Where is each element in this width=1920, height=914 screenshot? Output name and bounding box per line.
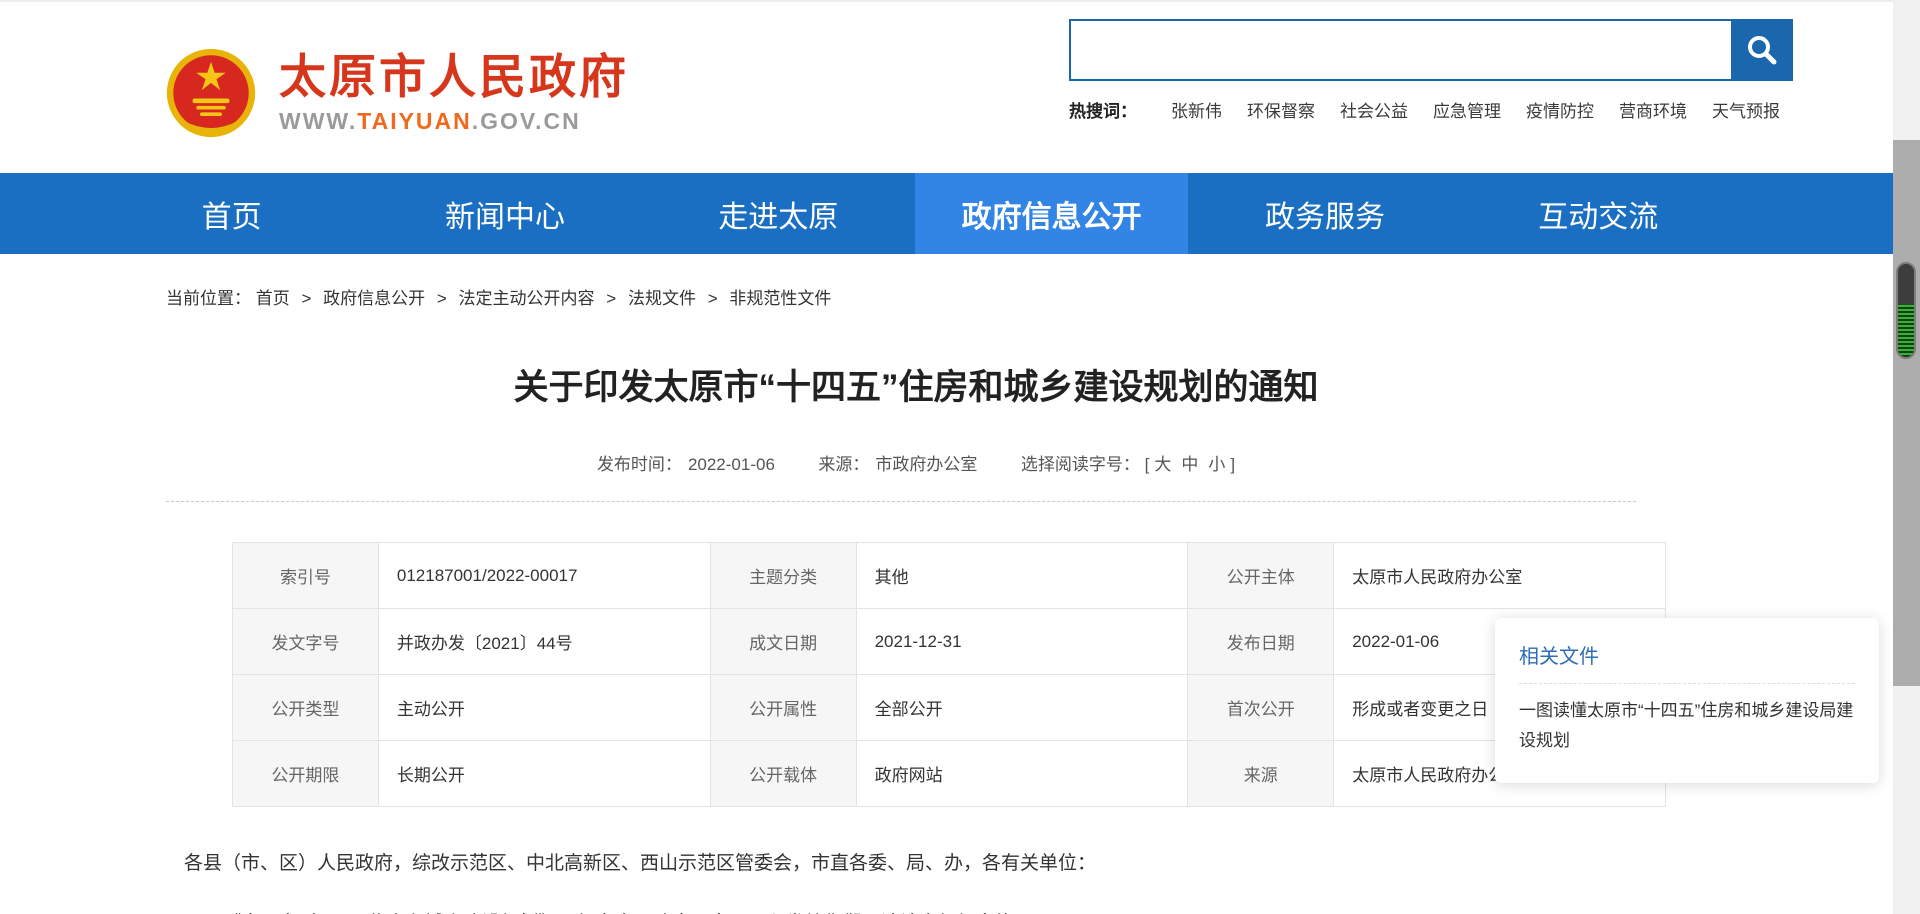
document-meta-table: 索引号 012187001/2022-00017 主题分类 其他 公开主体 太原… bbox=[232, 542, 1666, 807]
publish-date-label: 发布时间： bbox=[597, 455, 682, 474]
meta-value: 政府网站 bbox=[856, 741, 1188, 807]
header-right: 热搜词： 张新伟 环保督察 社会公益 应急管理 疫情防控 营商环境 天气预报 bbox=[1069, 12, 1793, 173]
breadcrumb-label: 当前位置： bbox=[166, 289, 251, 308]
breadcrumb-separator: > bbox=[606, 289, 616, 308]
related-files-divider bbox=[1519, 683, 1855, 684]
search-input[interactable] bbox=[1069, 19, 1731, 81]
table-row: 公开类型 主动公开 公开属性 全部公开 首次公开 形成或者变更之日 bbox=[233, 675, 1666, 741]
meta-value: 全部公开 bbox=[856, 675, 1188, 741]
site-header: 太原市人民政府 WWW.TAIYUAN.GOV.CN 热搜词： 张新伟 环保督察… bbox=[0, 2, 1893, 173]
meta-value: 太原市人民政府办公室 bbox=[1334, 543, 1666, 609]
meta-value: 长期公开 bbox=[378, 741, 710, 807]
font-size-small[interactable]: 小 bbox=[1208, 455, 1225, 474]
meta-label: 发文字号 bbox=[233, 609, 379, 675]
meta-value: 并政办发〔2021〕44号 bbox=[378, 609, 710, 675]
meta-label: 公开主体 bbox=[1188, 543, 1334, 609]
breadcrumb-item-1[interactable]: 政府信息公开 bbox=[323, 289, 425, 308]
breadcrumb-separator: > bbox=[708, 289, 718, 308]
article-meta: 发布时间： 2022-01-06 来源： 市政府办公室 选择阅读字号： [大中小] bbox=[166, 450, 1666, 475]
breadcrumb-separator: > bbox=[301, 289, 311, 308]
body-paragraph-intro: 《太原市“十四五”住房和城乡建设规划》已经市人民政府同意，现印发给你们，请认真组… bbox=[184, 909, 1664, 914]
nav-item-gov-info-active[interactable]: 政府信息公开 bbox=[915, 173, 1188, 254]
related-files-title: 相关文件 bbox=[1519, 640, 1855, 669]
site-url-prefix: WWW. bbox=[279, 108, 357, 134]
nav-item-about-taiyuan[interactable]: 走进太原 bbox=[642, 173, 915, 254]
hot-search-row: 热搜词： 张新伟 环保督察 社会公益 应急管理 疫情防控 营商环境 天气预报 bbox=[1069, 97, 1793, 122]
nav-item-news[interactable]: 新闻中心 bbox=[368, 173, 641, 254]
national-emblem-icon bbox=[165, 47, 257, 139]
hot-word-2[interactable]: 社会公益 bbox=[1340, 97, 1408, 122]
hot-word-5[interactable]: 营商环境 bbox=[1619, 97, 1687, 122]
nav-item-home[interactable]: 首页 bbox=[95, 173, 368, 254]
breadcrumb-item-0[interactable]: 首页 bbox=[256, 289, 290, 308]
hot-word-0[interactable]: 张新伟 bbox=[1171, 97, 1222, 122]
meta-label: 主题分类 bbox=[710, 543, 856, 609]
dashed-separator bbox=[166, 501, 1636, 502]
meta-label: 首次公开 bbox=[1188, 675, 1334, 741]
breadcrumb: 当前位置： 首页 > 政府信息公开 > 法定主动公开内容 > 法规文件 > 非规… bbox=[166, 284, 1727, 309]
site-url: WWW.TAIYUAN.GOV.CN bbox=[279, 108, 629, 135]
meta-label: 公开类型 bbox=[233, 675, 379, 741]
scrollbar-thumb[interactable] bbox=[1896, 262, 1916, 359]
article-title: 关于印发太原市“十四五”住房和城乡建设规划的通知 bbox=[166, 359, 1666, 410]
scrollbar bbox=[1893, 0, 1920, 914]
meta-value: 2021-12-31 bbox=[856, 609, 1188, 675]
meta-value: 012187001/2022-00017 bbox=[378, 543, 710, 609]
meta-label: 公开属性 bbox=[710, 675, 856, 741]
nav-item-services[interactable]: 政务服务 bbox=[1188, 173, 1461, 254]
site-url-suffix: .GOV.CN bbox=[472, 108, 581, 134]
search-bar bbox=[1069, 19, 1793, 81]
hot-word-3[interactable]: 应急管理 bbox=[1433, 97, 1501, 122]
main-nav: 首页 新闻中心 走进太原 政府信息公开 政务服务 互动交流 bbox=[0, 173, 1893, 254]
font-size-label: 选择阅读字号： bbox=[1021, 455, 1140, 474]
font-size-large[interactable]: 大 bbox=[1154, 455, 1171, 474]
source-value: 市政府办公室 bbox=[875, 455, 977, 474]
meta-value: 主动公开 bbox=[378, 675, 710, 741]
hot-word-1[interactable]: 环保督察 bbox=[1247, 97, 1315, 122]
hot-word-4[interactable]: 疫情防控 bbox=[1526, 97, 1594, 122]
site-logo[interactable]: 太原市人民政府 WWW.TAIYUAN.GOV.CN bbox=[165, 12, 629, 173]
meta-label: 成文日期 bbox=[710, 609, 856, 675]
font-size-bracket-right: ] bbox=[1230, 455, 1235, 474]
scrollbar-track[interactable] bbox=[1893, 140, 1920, 686]
breadcrumb-separator: > bbox=[437, 289, 447, 308]
source-label: 来源： bbox=[818, 455, 869, 474]
table-row: 公开期限 长期公开 公开载体 政府网站 来源 太原市人民政府办公室 bbox=[233, 741, 1666, 807]
related-files-popup: 相关文件 一图读懂太原市“十四五”住房和城乡建设局建设规划 bbox=[1495, 618, 1879, 783]
publish-date-value: 2022-01-06 bbox=[688, 455, 775, 474]
body-paragraph-salutation: 各县（市、区）人民政府，综改示范区、中北高新区、西山示范区管委会，市直各委、局、… bbox=[184, 849, 1664, 879]
table-row: 发文字号 并政办发〔2021〕44号 成文日期 2021-12-31 发布日期 … bbox=[233, 609, 1666, 675]
meta-label: 来源 bbox=[1188, 741, 1334, 807]
breadcrumb-item-2[interactable]: 法定主动公开内容 bbox=[459, 289, 595, 308]
site-name: 太原市人民政府 bbox=[279, 50, 629, 104]
breadcrumb-item-4[interactable]: 非规范性文件 bbox=[729, 289, 831, 308]
site-url-highlight: TAIYUAN bbox=[357, 108, 472, 134]
meta-value: 其他 bbox=[856, 543, 1188, 609]
font-size-medium[interactable]: 中 bbox=[1181, 455, 1198, 474]
logo-text: 太原市人民政府 WWW.TAIYUAN.GOV.CN bbox=[279, 50, 629, 135]
meta-label: 公开期限 bbox=[233, 741, 379, 807]
hot-word-6[interactable]: 天气预报 bbox=[1712, 97, 1780, 122]
table-row: 索引号 012187001/2022-00017 主题分类 其他 公开主体 太原… bbox=[233, 543, 1666, 609]
breadcrumb-item-3[interactable]: 法规文件 bbox=[628, 289, 696, 308]
nav-item-interaction[interactable]: 互动交流 bbox=[1462, 173, 1735, 254]
nav-items: 首页 新闻中心 走进太原 政府信息公开 政务服务 互动交流 bbox=[95, 173, 1735, 254]
search-icon bbox=[1745, 33, 1779, 67]
related-file-link[interactable]: 一图读懂太原市“十四五”住房和城乡建设局建设规划 bbox=[1519, 696, 1855, 756]
scrollbar-thumb-top bbox=[1898, 264, 1914, 305]
meta-label: 公开载体 bbox=[710, 741, 856, 807]
main-content: 当前位置： 首页 > 政府信息公开 > 法定主动公开内容 > 法规文件 > 非规… bbox=[0, 284, 1727, 914]
font-size-bracket-left: [ bbox=[1145, 455, 1150, 474]
meta-label: 发布日期 bbox=[1188, 609, 1334, 675]
scrollbar-thumb-stripes bbox=[1898, 305, 1914, 357]
hot-search-label: 热搜词： bbox=[1069, 97, 1137, 122]
search-button[interactable] bbox=[1731, 19, 1793, 81]
meta-label: 索引号 bbox=[233, 543, 379, 609]
